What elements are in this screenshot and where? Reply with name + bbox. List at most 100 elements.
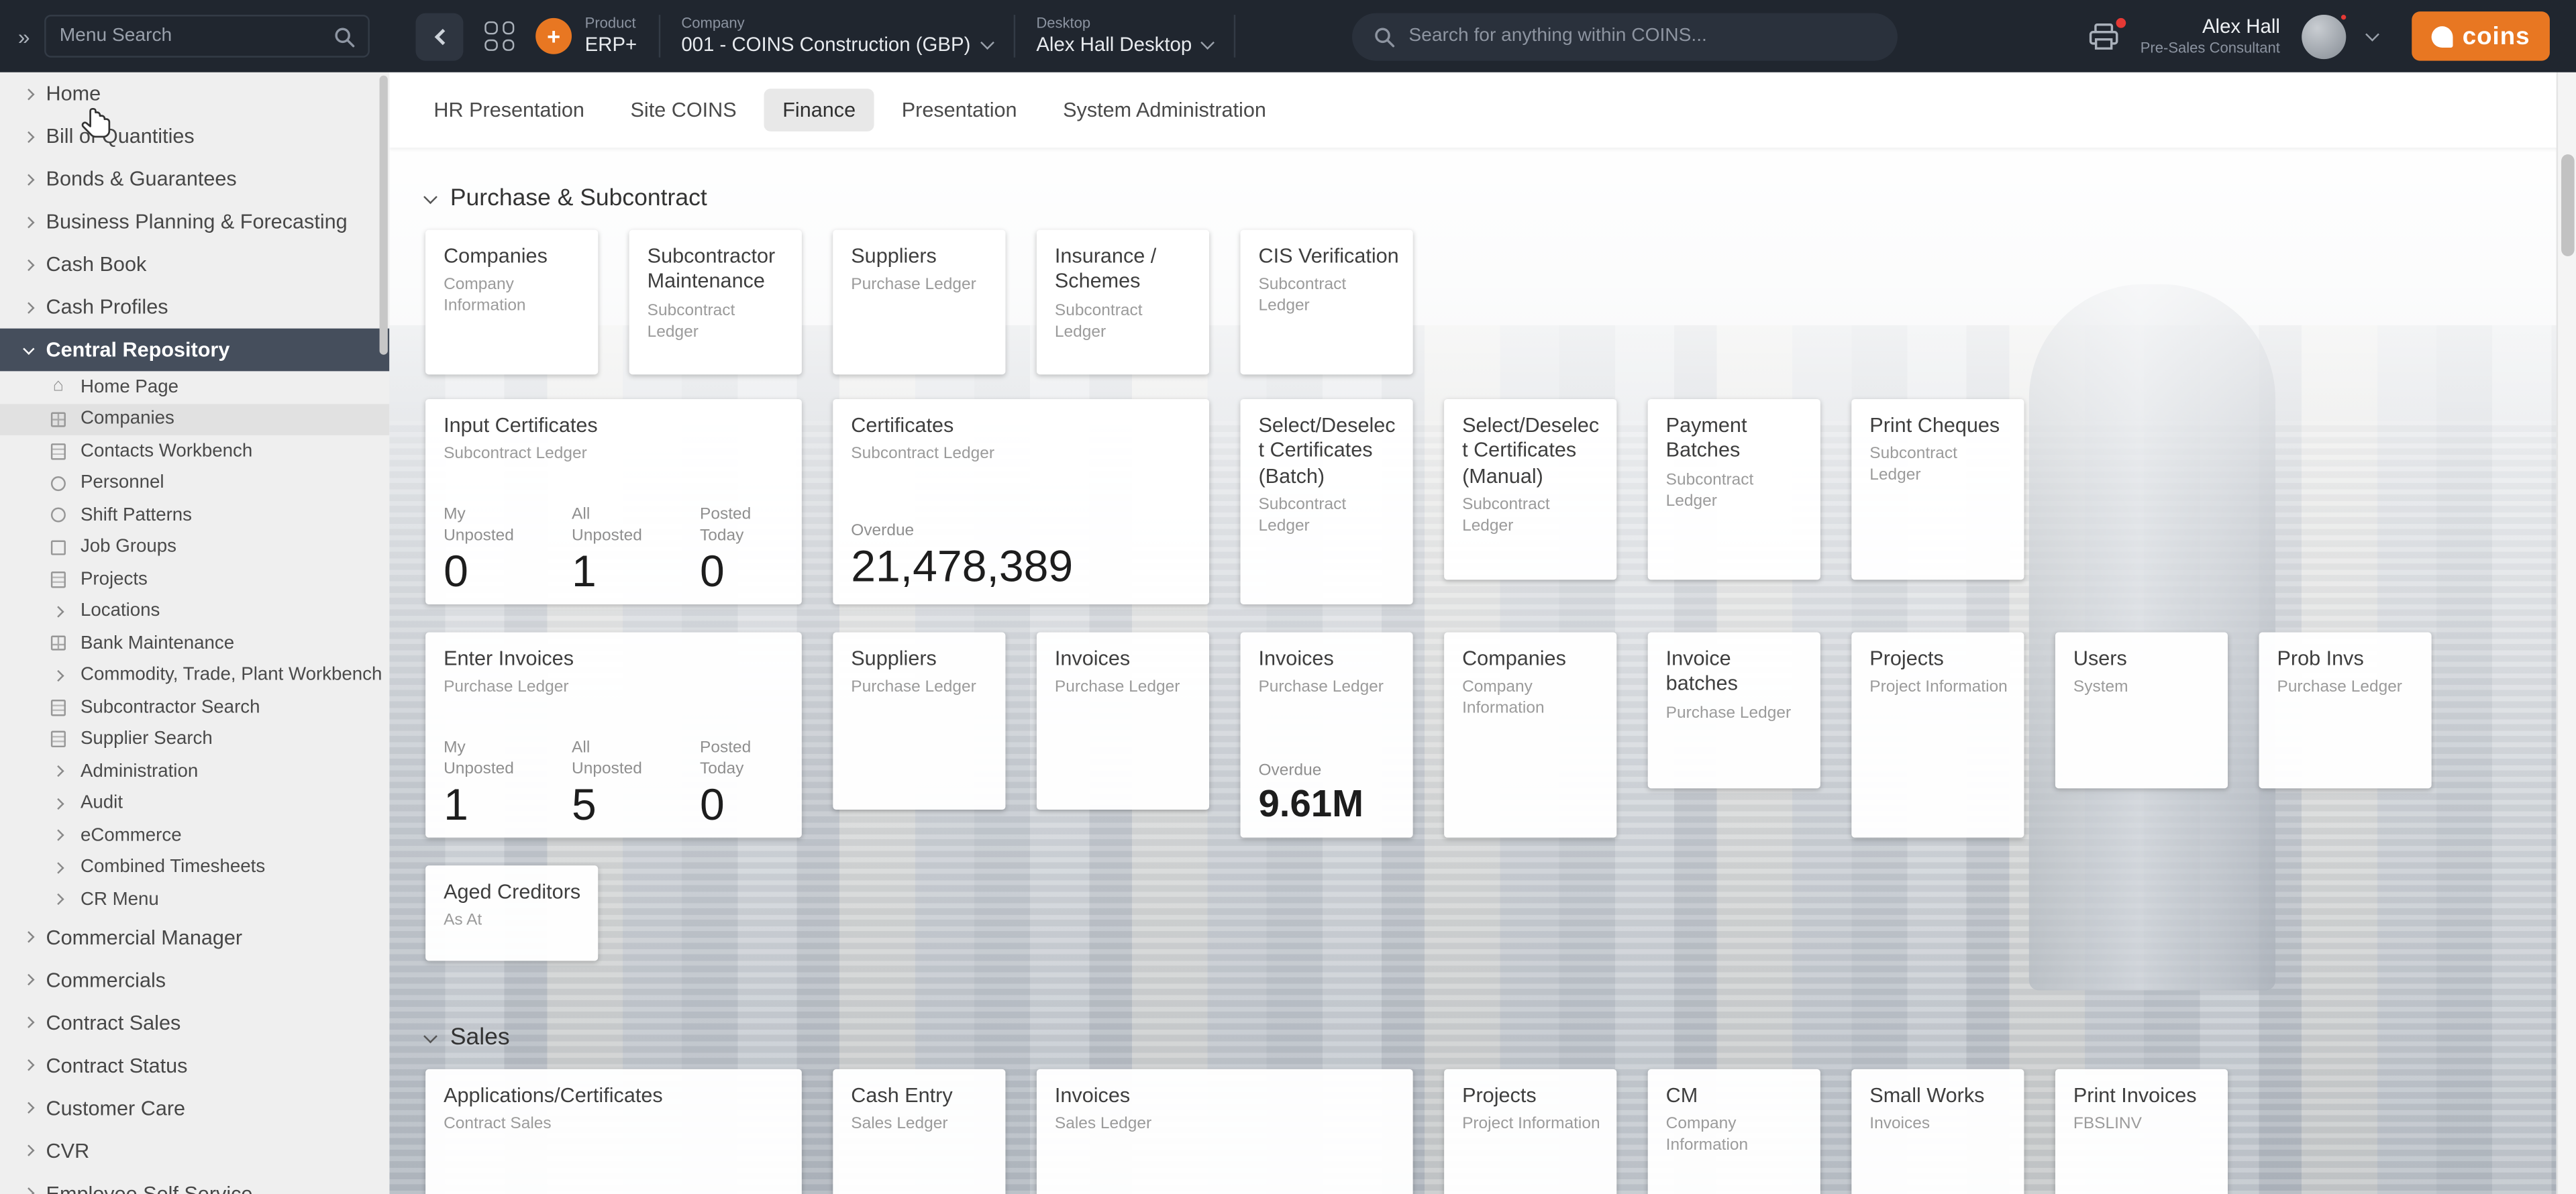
tile-invoices-sales[interactable]: Invoices Sales Ledger Overdue	[1037, 1069, 1413, 1194]
sidebar-item-commercial-manager[interactable]: Commercial Manager	[0, 916, 389, 959]
sidebar-item-business-planning[interactable]: Business Planning & Forecasting	[0, 201, 389, 243]
sidebar-subitem-subcontractor-search[interactable]: Subcontractor Search	[0, 692, 389, 724]
topbar-left	[0, 0, 389, 72]
tab-hr-presentation[interactable]: HR Presentation	[415, 89, 602, 131]
section-title: Purchase & Subcontract	[450, 186, 707, 212]
scrollbar-thumb[interactable]	[2561, 154, 2574, 256]
sidebar-subitem-shift-patterns[interactable]: Shift Patterns	[0, 499, 389, 531]
desktop-selector[interactable]: Desktop Alex Hall Desktop	[1036, 15, 1213, 57]
tab-presentation[interactable]: Presentation	[884, 89, 1035, 131]
tile-projects-sales[interactable]: ProjectsProject Information	[1444, 1069, 1616, 1194]
chevron-right-icon	[49, 832, 67, 840]
sidebar-subitem-home-page[interactable]: Home Page	[0, 371, 389, 403]
printer-icon[interactable]	[2088, 22, 2119, 50]
tile-print-invoices[interactable]: Print InvoicesFBSLINV	[2055, 1069, 2228, 1194]
sidebar-subitem-ecommerce[interactable]: eCommerce	[0, 820, 389, 852]
global-search[interactable]	[1353, 12, 1898, 60]
tile-invoice-batches[interactable]: Invoice batchesPurchase Ledger	[1648, 633, 1820, 789]
sidebar-item-employee-self-service[interactable]: Employee Self Service	[0, 1172, 389, 1194]
sidebar-subitem-supplier-search[interactable]: Supplier Search	[0, 724, 389, 756]
sidebar-subitem-combined-timesheets[interactable]: Combined Timesheets	[0, 851, 389, 883]
section-purchase-subcontract[interactable]: Purchase & Subcontract	[425, 184, 2557, 213]
sidebar-subitem-personnel[interactable]: Personnel	[0, 468, 389, 500]
sidebar-subitem-projects[interactable]: Projects	[0, 563, 389, 596]
tile-companies[interactable]: CompaniesCompany Information	[425, 230, 598, 374]
sidebar-subitem-contacts-workbench[interactable]: Contacts Workbench	[0, 435, 389, 468]
sidebar-item-cash-profiles[interactable]: Cash Profiles	[0, 286, 389, 329]
sidebar-item-bonds-guarantees[interactable]: Bonds & Guarantees	[0, 158, 389, 201]
section-sales[interactable]: Sales	[425, 1023, 2557, 1052]
chevron-right-icon	[23, 1059, 34, 1071]
sidebar-subitem-bank-maintenance[interactable]: Bank Maintenance	[0, 627, 389, 659]
avatar[interactable]	[2302, 14, 2346, 58]
sidebar-scrollbar[interactable]	[380, 72, 388, 1194]
tile-stats: My Unposted1 All Unposted5 Posted Today0	[444, 737, 792, 828]
tile-small-works[interactable]: Small WorksInvoices	[1851, 1069, 2024, 1194]
tile-invoices-pl[interactable]: InvoicesPurchase Ledger	[1037, 633, 1209, 810]
chevron-down-icon[interactable]	[2365, 27, 2379, 41]
tile-applications-certificates[interactable]: Applications/Certificates Contract Sales…	[425, 1069, 802, 1194]
sidebar-item-contract-status[interactable]: Contract Status	[0, 1044, 389, 1087]
menu-search-input[interactable]	[60, 26, 324, 46]
user-menu[interactable]: Alex Hall Pre-Sales Consultant	[2141, 15, 2280, 58]
tile-users[interactable]: UsersSystem	[2055, 633, 2228, 789]
sidebar-subitem-commodity-trade-plant[interactable]: Commodity, Trade, Plant Workbench	[0, 659, 389, 692]
sidebar-expand-icon[interactable]	[18, 25, 30, 47]
chevron-right-icon	[49, 767, 67, 775]
sidebar-item-cvr[interactable]: CVR	[0, 1129, 389, 1172]
sidebar-item-central-repository[interactable]: Central Repository	[0, 329, 389, 372]
sidebar-item-home[interactable]: Home	[0, 72, 389, 115]
tile-projects[interactable]: ProjectsProject Information	[1851, 633, 2024, 838]
card-row: Applications/Certificates Contract Sales…	[425, 1069, 2557, 1194]
sidebar-subitem-locations[interactable]: Locations	[0, 596, 389, 628]
sidebar-subitem-audit[interactable]: Audit	[0, 788, 389, 820]
tile-print-cheques[interactable]: Print ChequesSubcontract Ledger	[1851, 399, 2024, 580]
tile-select-deselect-batch[interactable]: Select/Deselect Certificates (Batch)Subc…	[1241, 399, 1413, 604]
tab-system-administration[interactable]: System Administration	[1045, 89, 1284, 131]
sidebar-subitem-cr-menu[interactable]: CR Menu	[0, 883, 389, 916]
back-button[interactable]	[415, 12, 463, 60]
tile-overdue: Overdue21,478,389	[851, 520, 1199, 590]
menu-search[interactable]	[45, 15, 370, 58]
sidebar-subitem-label: Companies	[81, 409, 174, 429]
sidebar-item-commercials[interactable]: Commercials	[0, 959, 389, 1001]
sidebar-item-label: Contract Sales	[46, 1011, 181, 1034]
scrollbar-thumb[interactable]	[380, 76, 388, 355]
tab-site-coins[interactable]: Site COINS	[613, 89, 755, 131]
tile-payment-batches[interactable]: Payment BatchesSubcontract Ledger	[1648, 399, 1820, 580]
coins-logo-text: coins	[2463, 22, 2530, 50]
tile-input-certificates[interactable]: Input Certificates Subcontract Ledger My…	[425, 399, 802, 604]
tile-certificates[interactable]: Certificates Subcontract Ledger Overdue2…	[833, 399, 1209, 604]
global-search-input[interactable]	[1408, 26, 1877, 46]
sidebar-item-customer-care[interactable]: Customer Care	[0, 1087, 389, 1130]
tile-invoices-overdue[interactable]: Invoices Purchase Ledger Overdue9.61M	[1241, 633, 1413, 838]
tile-select-deselect-manual[interactable]: Select/Deselect Certificates (Manual)Sub…	[1444, 399, 1616, 580]
tile-aged-creditors[interactable]: Aged CreditorsAs At	[425, 865, 598, 961]
tile-cis-verification[interactable]: CIS VerificationSubcontract Ledger	[1241, 230, 1413, 374]
tile-companies-2[interactable]: CompaniesCompany Information	[1444, 633, 1616, 838]
sidebar-item-contract-sales[interactable]: Contract Sales	[0, 1001, 389, 1044]
tile-suppliers[interactable]: SuppliersPurchase Ledger	[833, 230, 1005, 374]
sidebar-item-cash-book[interactable]: Cash Book	[0, 243, 389, 286]
sidebar-subitem-administration[interactable]: Administration	[0, 755, 389, 788]
tab-finance[interactable]: Finance	[764, 89, 874, 131]
tile-prob-invs[interactable]: Prob InvsPurchase Ledger	[2259, 633, 2432, 789]
chevron-right-icon	[49, 607, 67, 615]
tile-subcontractor-maintenance[interactable]: Subcontractor MaintenanceSubcontract Led…	[629, 230, 802, 374]
sidebar-subitem-job-groups[interactable]: Job Groups	[0, 531, 389, 563]
apps-grid-icon[interactable]	[484, 21, 514, 51]
tile-cm[interactable]: CMCompany Information	[1648, 1069, 1820, 1194]
sidebar-item-bill-of-quantities[interactable]: Bill of Quantities	[0, 115, 389, 158]
company-selector[interactable]: Company 001 - COINS Construction (GBP)	[681, 15, 992, 57]
section-title: Sales	[450, 1025, 510, 1051]
chevron-right-icon	[49, 671, 67, 680]
tile-cash-entry[interactable]: Cash EntrySales Ledger	[833, 1069, 1005, 1194]
product-switcher[interactable]: + Product ERP+	[535, 15, 637, 57]
tile-insurance-schemes[interactable]: Insurance / SchemesSubcontract Ledger	[1037, 230, 1209, 374]
sidebar-subitem-companies[interactable]: Companies	[0, 403, 389, 435]
divider	[1013, 15, 1015, 58]
tile-enter-invoices[interactable]: Enter Invoices Purchase Ledger My Unpost…	[425, 633, 802, 838]
tile-suppliers-pl[interactable]: SuppliersPurchase Ledger	[833, 633, 1005, 810]
user-name: Alex Hall	[2141, 15, 2280, 40]
main-scrollbar[interactable]	[2557, 72, 2576, 1194]
